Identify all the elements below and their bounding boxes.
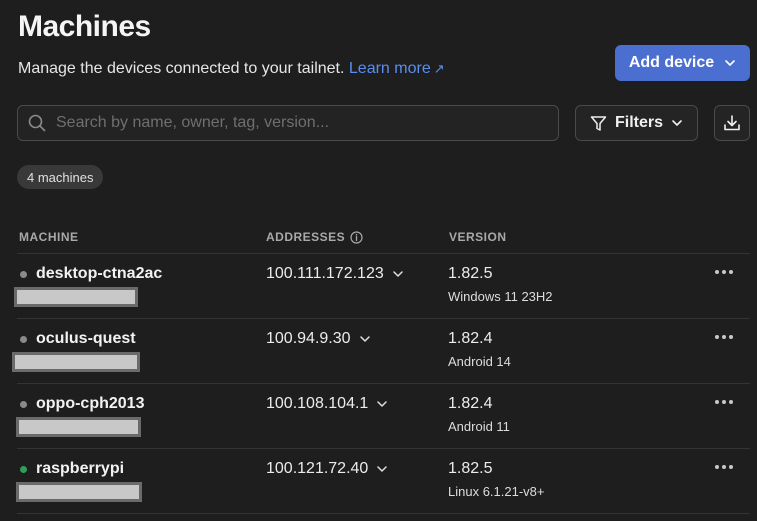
table-row[interactable]: oppo-cph2013 100.108.104.1 1.82.4 Androi… [0,384,757,449]
machine-address[interactable]: 100.94.9.30 [266,330,371,348]
table-row[interactable]: oculus-quest 100.94.9.30 1.82.4 Android … [0,319,757,384]
chevron-down-icon [359,336,370,342]
redacted-owner [12,352,140,372]
status-dot-offline [20,336,27,343]
machine-name[interactable]: oculus-quest [36,330,136,348]
chevron-down-icon [672,120,682,126]
filter-icon [590,115,607,131]
machine-os: Windows 11 23H2 [448,289,553,304]
chevron-down-icon [393,271,403,277]
machine-address[interactable]: 100.111.172.123 [266,265,404,283]
more-icon[interactable] [712,393,736,411]
machine-version: 1.82.5 [448,265,493,282]
redacted-owner [16,417,141,437]
column-header-addresses[interactable]: ADDRESSES [266,230,363,244]
download-icon [724,115,740,131]
machine-count-badge: 4 machines [17,165,104,189]
status-dot-offline [20,401,27,408]
column-header-version[interactable]: VERSION [449,230,507,244]
column-header-version-label: VERSION [449,230,507,244]
status-dot-offline [20,271,27,278]
learn-more-label: Learn more [348,60,431,77]
column-header-machine-label: MACHINE [19,230,79,244]
subtitle-text: Manage the devices connected to your tai… [18,60,345,77]
machine-os: Android 14 [448,354,511,369]
more-icon[interactable] [712,458,736,476]
machine-address[interactable]: 100.121.72.40 [266,460,388,478]
search-icon [28,114,46,132]
external-link-icon: ↗ [433,61,445,76]
divider [17,513,750,514]
machine-os: Linux 6.1.21-v8+ [448,484,545,499]
machine-name[interactable]: raspberrypi [36,460,124,478]
page-subtitle: Manage the devices connected to your tai… [18,60,445,78]
machine-version: 1.82.5 [448,460,493,477]
machine-os: Android 11 [448,419,510,434]
search-box[interactable] [17,105,559,141]
table-row[interactable]: raspberrypi 100.121.72.40 1.82.5 Linux 6… [0,449,757,514]
redacted-owner [16,482,142,502]
machine-name[interactable]: desktop-ctna2ac [36,265,162,283]
status-dot-online [20,466,27,473]
add-device-label: Add device [628,54,715,71]
address-value: 100.94.9.30 [266,330,351,347]
chevron-down-icon [377,401,388,407]
search-input[interactable] [54,113,538,133]
address-value: 100.108.104.1 [266,395,369,412]
page-title: Machines [18,10,151,43]
address-value: 100.111.172.123 [266,265,384,282]
column-header-machine[interactable]: MACHINE [19,230,79,244]
filters-label: Filters [614,114,663,131]
machine-version: 1.82.4 [448,395,493,412]
more-icon[interactable] [712,263,736,281]
learn-more-link[interactable]: Learn more ↗ [349,60,445,77]
table-row[interactable]: desktop-ctna2ac 100.111.172.123 1.82.5 W… [0,254,757,319]
chevron-down-icon [377,466,388,472]
machines-page: Machines Manage the devices connected to… [0,0,757,521]
filters-button[interactable]: Filters [575,105,698,141]
machine-version: 1.82.4 [448,330,493,347]
address-value: 100.121.72.40 [266,460,369,477]
redacted-owner [14,287,138,307]
add-device-button[interactable]: Add device [615,45,750,81]
machine-address[interactable]: 100.108.104.1 [266,395,388,413]
chevron-down-icon [725,60,735,66]
machine-name[interactable]: oppo-cph2013 [36,395,144,413]
more-icon[interactable] [712,328,736,346]
download-button[interactable] [714,105,750,141]
column-header-addresses-label: ADDRESSES [266,230,346,244]
info-icon[interactable] [350,230,363,244]
